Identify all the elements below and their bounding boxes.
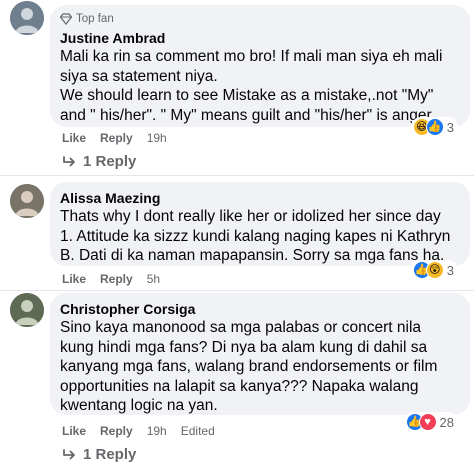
comment-author[interactable]: Alissa Maezing	[60, 189, 460, 207]
comment-bubble: Christopher Corsiga Sino kaya manonood s…	[50, 293, 470, 432]
wow-icon: 😲	[425, 261, 444, 279]
comment-timestamp[interactable]: 5h	[147, 272, 160, 286]
diamond-icon	[60, 13, 72, 25]
comment-timestamp[interactable]: 19h	[147, 424, 167, 438]
comment-text: Sino kaya manonood sa mga palabas or con…	[60, 319, 438, 414]
reply-button[interactable]: Reply	[100, 272, 133, 286]
comment-actions: Like Reply 5h	[62, 272, 174, 286]
comment-author[interactable]: Justine Ambrad	[60, 29, 460, 47]
like-icon: 👍	[425, 118, 444, 136]
comment-bubble: Alissa Maezing Thats why I dont really l…	[50, 182, 470, 280]
top-fan-badge: Top fan	[60, 12, 460, 26]
reaction-count: 3	[446, 119, 454, 135]
avatar[interactable]	[10, 184, 44, 218]
replies-count-label: 1 Reply	[83, 153, 137, 170]
comment-author[interactable]: Christopher Corsiga	[60, 300, 460, 318]
divider	[0, 175, 474, 176]
comment-actions: Like Reply 19h Edited	[62, 424, 229, 438]
like-button[interactable]: Like	[62, 131, 86, 145]
avatar[interactable]	[10, 1, 44, 35]
reaction-summary[interactable]: 👍 😲 3	[410, 260, 458, 280]
divider	[0, 290, 474, 291]
like-button[interactable]: Like	[62, 272, 86, 286]
reply-button[interactable]: Reply	[100, 424, 133, 438]
like-button[interactable]: Like	[62, 424, 86, 438]
reaction-summary[interactable]: 😆 👍 3	[410, 117, 458, 137]
view-replies-link[interactable]: 1 Reply	[62, 153, 136, 170]
reply-arrow-icon	[63, 155, 75, 166]
view-replies-link[interactable]: 1 Reply	[62, 446, 136, 463]
top-fan-label: Top fan	[76, 13, 114, 25]
comment-actions: Like Reply 19h	[62, 131, 181, 145]
comment-text: Thats why I dont really like her or idol…	[60, 208, 451, 264]
edited-label: Edited	[180, 424, 215, 438]
reaction-summary[interactable]: 👍 ♥ 28	[403, 412, 458, 432]
comment-bubble: Top fan Justine Ambrad Mali ka rin sa co…	[50, 5, 470, 137]
comment-text: Mali ka rin sa comment mo bro! If mali m…	[60, 48, 443, 124]
reply-button[interactable]: Reply	[100, 131, 133, 145]
reaction-count: 3	[446, 262, 454, 278]
replies-count-label: 1 Reply	[83, 446, 137, 463]
comment-timestamp[interactable]: 19h	[147, 131, 167, 145]
reply-arrow-icon	[63, 448, 75, 459]
reaction-count: 28	[439, 414, 454, 430]
avatar[interactable]	[10, 293, 44, 327]
love-icon: ♥	[418, 413, 437, 431]
